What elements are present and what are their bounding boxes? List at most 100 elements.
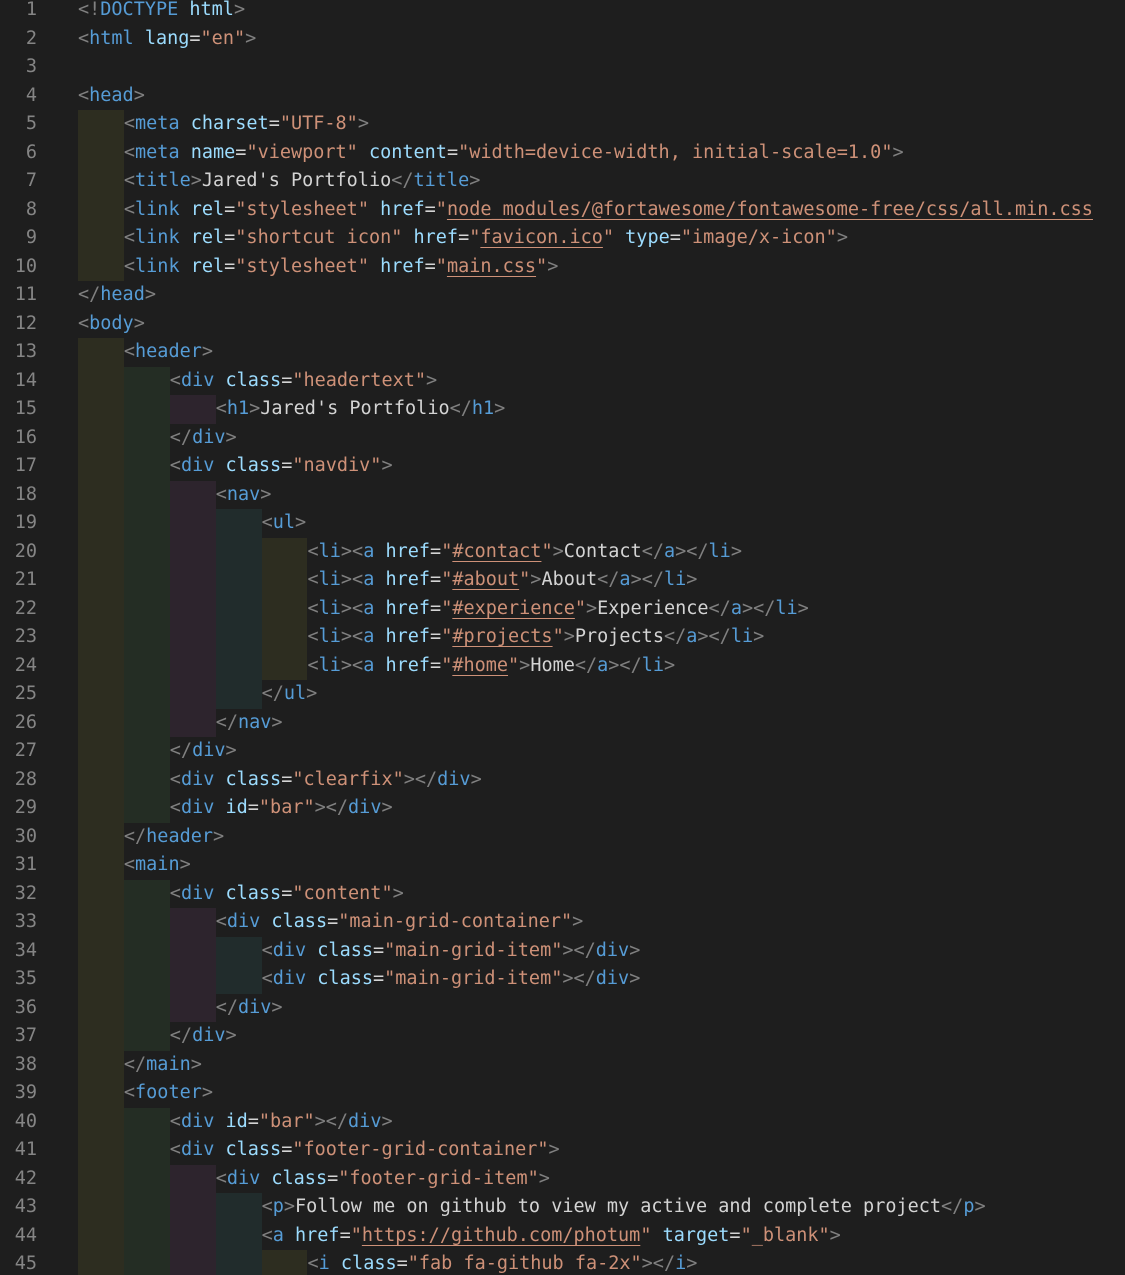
code-line[interactable]: 21 <li><a href="#about">About</a></li> [0,566,1125,595]
attribute-name: href [385,569,431,590]
attribute-name: lang [144,27,190,49]
code-line[interactable]: 23 <li><a href="#projects">Projects</a></… [0,623,1125,652]
code-line[interactable]: 31 <main> [0,851,1125,880]
code-line[interactable]: 6 <meta name="viewport" content="width=de… [0,138,1125,167]
code-line[interactable]: 33 <div class="main-grid-container"> [0,908,1125,937]
line-number: 30 [14,825,37,847]
code-content: </head> [78,281,156,310]
code-line[interactable]: 39 <footer> [0,1079,1125,1108]
code-line[interactable]: 42 <div class="footer-grid-item"> [0,1164,1125,1193]
tag-name: h1 [226,398,250,419]
indent-guide [215,623,262,652]
code-line[interactable]: 3 [0,53,1125,82]
code-line[interactable]: 17 <div class="navdiv"> [0,452,1125,481]
code-line[interactable]: 15 <h1>Jared's Portfolio</h1> [0,395,1125,424]
code-line[interactable]: 38 </main> [0,1050,1125,1079]
code-content: <h1>Jared's Portfolio</h1> [216,395,506,424]
code-line[interactable]: 19 <ul> [0,509,1125,538]
code-line[interactable]: 35 <div class="main-grid-item"></div> [0,965,1125,994]
attribute-name: href [385,597,431,619]
attribute-name: class [225,455,282,476]
indent-guide [78,993,124,1022]
code-line[interactable]: 34 <div class="main-grid-item"></div> [0,936,1125,966]
code-line[interactable]: 8 <link rel="stylesheet" href="node_modul… [0,195,1125,225]
code-content: <header> [124,338,213,367]
text-content: = [430,654,442,676]
code-line[interactable]: 1 <!DOCTYPE html> [0,0,1125,25]
attribute-value: " [435,255,447,277]
code-line[interactable]: 13 <header> [0,338,1125,367]
code-punctuation: > [494,398,506,419]
code-line[interactable]: 14 <div class="headertext"> [0,366,1125,395]
code-punctuation: > [201,1082,213,1103]
code-line[interactable]: 37 </div> [0,1022,1125,1051]
attribute-name: class [225,768,282,790]
attribute-name: class [340,1253,397,1274]
code-punctuation: <! [78,0,101,20]
tag-name: li [318,626,341,647]
code-line[interactable]: 4 <head> [0,82,1125,111]
line-number: 25 [14,683,37,704]
code-line[interactable]: 44 <a href="https://github.com/photum" ta… [0,1221,1125,1250]
code-line[interactable]: 29 <div id="bar"></div> [0,794,1125,823]
code-content: <li><a href="#home">Home</a></li> [308,652,676,681]
line-number: 16 [14,426,37,448]
text-content: = [729,1224,741,1246]
indent-guide [123,1107,170,1136]
code-line[interactable]: 2 <html lang="en"> [0,25,1125,54]
indent-guide [78,708,124,737]
code-line[interactable]: 20 <li><a href="#contact">Contact</a></li… [0,537,1125,566]
code-line[interactable]: 36 </div> [0,993,1125,1022]
code-line[interactable]: 43 <p>Follow me on github to view my acti… [0,1193,1125,1222]
text-content [374,598,385,619]
code-punctuation: > [470,768,482,790]
code-line[interactable]: 5 <meta charset="UTF-8"> [0,110,1125,139]
code-line[interactable]: 12 <body> [0,310,1125,339]
code-line[interactable]: 16 </div> [0,423,1125,452]
indent-guide [78,452,124,481]
tag-name: meta [135,113,180,134]
code-content: <link rel="stylesheet" href="node_module… [124,196,1093,225]
line-number: 18 [14,483,37,505]
code-content: </div> [170,737,237,766]
attribute-name: class [225,882,282,904]
code-line[interactable]: 28 <div class="clearfix"></div> [0,765,1125,794]
code-line[interactable]: 22 <li><a href="#experience">Experience</… [0,594,1125,623]
attribute-value: " [602,227,615,248]
code-punctuation: </ [123,1053,147,1075]
attribute-name: href [385,540,431,562]
code-line[interactable]: 10 <link rel="stylesheet" href="main.css"… [0,252,1125,281]
indent-guide [261,594,308,623]
text-content: = [430,597,442,619]
code-line[interactable]: 18 <nav> [0,480,1125,509]
code-line[interactable]: 11 </head> [0,281,1125,310]
code-line[interactable]: 9 <link rel="shortcut icon" href="favicon… [0,224,1125,253]
code-line[interactable]: 27 </div> [0,737,1125,766]
text-content: = [281,1139,293,1160]
code-line[interactable]: 41 <div class="footer-grid-container"> [0,1136,1125,1165]
link-value: #about [452,569,520,590]
code-line[interactable]: 40 <div id="bar"></div> [0,1107,1125,1136]
line-number: 34 [14,939,37,961]
text-content [651,1225,662,1246]
code-punctuation: > [201,341,213,362]
tag-name: div [226,1167,261,1189]
code-line[interactable]: 24 <li><a href="#home">Home</a></li> [0,651,1125,681]
tag-name: div [237,996,272,1018]
code-line[interactable]: 25 </ul> [0,680,1125,709]
code-line[interactable]: 26 </nav> [0,708,1125,737]
code-line[interactable]: 7 <title>Jared's Portfolio</title> [0,167,1125,196]
code-line[interactable]: 30 </header> [0,822,1125,851]
code-line[interactable]: 32 <div class="content"> [0,879,1125,908]
tag-name: a [363,569,375,590]
code-editor[interactable]: 1 <!DOCTYPE html> 2 <html lang="en"> 3 4 <head… [0,0,1125,1275]
indent-guide [78,1193,124,1222]
code-punctuation: > [552,540,564,562]
code-punctuation: > [974,1196,986,1217]
text-content: = [247,797,259,818]
text-content: = [424,255,436,277]
attribute-value: "main-grid-item" [384,939,563,961]
code-line[interactable]: 45 <i class="fab fa-github fa-2x"></i> [0,1250,1125,1275]
code-content: <div class="main-grid-item"></div> [262,937,641,966]
indent-guide [78,395,124,424]
